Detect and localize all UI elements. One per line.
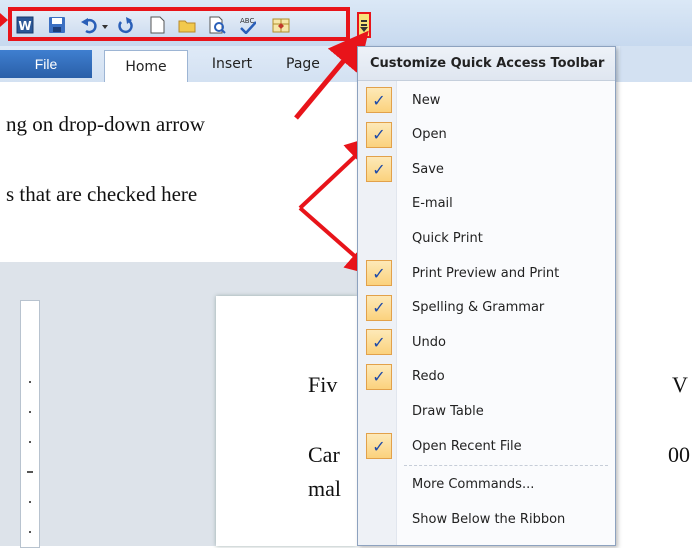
menu-item[interactable]: Quick Print (358, 221, 615, 255)
checkmark-icon: ✓ (366, 294, 392, 321)
menu-separator (404, 465, 608, 466)
menu-title: Customize Quick Access Toolbar (358, 47, 615, 81)
checkmark-icon: ✓ (366, 363, 392, 390)
menu-item[interactable]: Draw Table (358, 394, 615, 428)
menu-item[interactable]: More Commands... (358, 468, 615, 502)
menu-item-label: More Commands... (412, 477, 535, 493)
checkmark-icon: ✓ (366, 87, 392, 113)
arrow-head-left (0, 13, 8, 27)
checkmark-icon: ✓ (366, 121, 392, 148)
menu-item[interactable]: E-mail (358, 187, 615, 221)
menu-item[interactable]: ✓ Undo (358, 325, 615, 359)
menu-item-label: Show Below the Ribbon (412, 511, 566, 527)
checkmark-icon: ✓ (366, 260, 392, 286)
menu-item-label: Quick Print (412, 230, 483, 246)
menu-item-label: Print Preview and Print (412, 265, 560, 281)
menu-item-label: Open (412, 127, 447, 143)
menu-item[interactable]: ✓ Print Preview and Print (358, 256, 615, 290)
checkmark-icon: ✓ (366, 156, 392, 183)
menu-item-label: Undo (412, 334, 446, 350)
menu-item[interactable]: ✓ New (358, 83, 615, 117)
menu-item-label: Draw Table (412, 403, 484, 419)
checkmark-icon: ✓ (366, 433, 392, 459)
menu-item[interactable]: ✓ Redo (358, 360, 615, 394)
menu-item-label: Spelling & Grammar (412, 300, 545, 316)
menu-item[interactable]: ✓ Open Recent File (358, 429, 615, 463)
menu-item[interactable]: ✓ Spelling & Grammar (358, 291, 615, 325)
checkmark-icon: ✓ (366, 329, 392, 356)
menu-item[interactable]: ✓ Save (358, 152, 615, 186)
menu-item-label: Redo (412, 369, 445, 385)
menu-item[interactable]: ✓ Open (358, 118, 615, 152)
menu-item-label: New (412, 92, 441, 108)
menu-item-label: Open Recent File (412, 438, 522, 454)
menu-item-label: E-mail (412, 196, 453, 212)
customize-quick-access-menu: Customize Quick Access Toolbar ✓ New ✓ Open… (357, 46, 616, 546)
arrow-to-dropdown (294, 30, 369, 120)
menu-item[interactable]: Show Below the Ribbon (358, 502, 615, 536)
menu-item-label: Save (412, 161, 444, 177)
